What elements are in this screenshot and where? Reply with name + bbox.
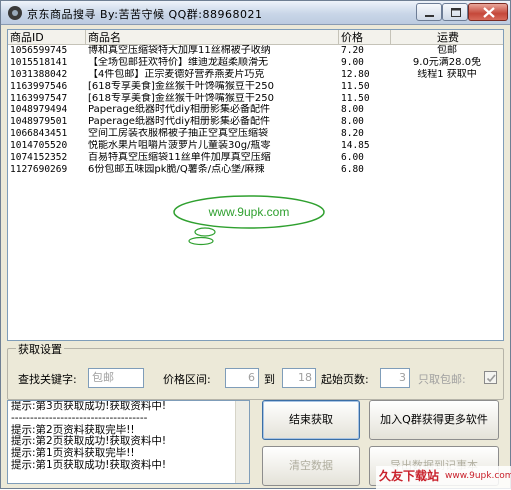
log-line: ------------------------------------ [11, 411, 148, 424]
price-to-label: 到 [264, 373, 275, 386]
table-row[interactable]: 1056599745 博和真空压缩袋特大加厚11丝棉被子收纳 7.20 包邮 [8, 45, 503, 57]
price-min-input[interactable]: 6 [225, 368, 259, 388]
settings-legend: 获取设置 [16, 341, 64, 357]
cell-name: 悦能水果片咀嚼片菠萝片儿童装30g/瓶零 [88, 140, 271, 152]
free-shipping-checkbox[interactable] [484, 371, 497, 384]
table-row[interactable]: 1048979494 Paperage纸器时代diy相册影集必备配件 8.00 [8, 104, 503, 116]
cell-name: 空间工房装衣服棉被子抽正空真空压缩袋 [88, 128, 268, 140]
table-row[interactable]: 1015518141 【全场包邮狂欢特价】维迪龙超柔顺滑无 9.00 9.0元满28.… [8, 57, 503, 69]
maximize-icon [451, 8, 461, 17]
table-row[interactable]: 1127690269 6份包邮五味园pk脆/Q薯条/点心堡/麻辣 6.80 [8, 164, 503, 176]
cell-price: 8.00 [341, 116, 364, 128]
cell-name: 6份包邮五味园pk脆/Q薯条/点心堡/麻辣 [88, 163, 265, 175]
log-lines: 提示:第3页获取成功!获取资料中! -----------------------… [8, 401, 249, 472]
cell-name: [618专享美食]金丝猴千叶馋嘴猴豆干250 [88, 80, 274, 92]
settings-group: 获取设置 查找关键字: 包邮 价格区间: 6 到 18 起始页数: 3 只取包邮… [7, 341, 504, 400]
clear-data-button[interactable]: 清空数据 [262, 446, 360, 486]
column-header-price[interactable]: 价格 [339, 30, 391, 45]
table-row[interactable]: 1163997546 [618专享美食]金丝猴千叶馋嘴猴豆干250 11.50 [8, 81, 503, 93]
table-header: 商品ID 商品名 价格 运费 [8, 30, 503, 45]
cell-id: 1015518141 [10, 56, 68, 68]
start-page-label: 起始页数: [321, 373, 369, 386]
keyword-input[interactable]: 包邮 [88, 368, 144, 388]
app-icon [8, 6, 22, 20]
minimize-icon [425, 15, 434, 17]
cell-shipping: 包邮 [437, 45, 457, 56]
table-row[interactable]: 1066843451 空间工房装衣服棉被子抽正空真空压缩袋 8.20 [8, 128, 503, 140]
minimize-button[interactable] [416, 3, 442, 21]
cell-id: 1014705520 [10, 140, 68, 152]
cell-name: 百易特真空压缩袋11丝单件加厚真空压缩 [88, 152, 271, 164]
cell-id: 1127690269 [10, 163, 68, 175]
cell-shipping: 9.0元满28.0免 [412, 56, 482, 68]
watermark-bubble: www.9upk.com [173, 195, 325, 246]
table-row[interactable]: 1031388042 【4件包邮】正宗麦德好营养燕麦片巧克 12.80 线程1 获取中 [8, 69, 503, 81]
cell-name: 博和真空压缩袋特大加厚11丝棉被子收纳 [88, 45, 271, 56]
cell-id: 1056599745 [10, 45, 68, 56]
cell-id: 1163997546 [10, 80, 68, 92]
maximize-button[interactable] [442, 3, 468, 21]
cell-name: 【4件包邮】正宗麦德好营养燕麦片巧克 [88, 68, 265, 80]
cell-name: 【全场包邮狂欢特价】维迪龙超柔顺滑无 [88, 56, 268, 68]
cell-price: 8.20 [341, 128, 364, 140]
app-window: 京东商品搜寻 By:苦苦守候 QQ群:88968021 商品ID 商品名 价格 … [0, 0, 511, 490]
join-qq-group-button[interactable]: 加入Q群获得更多软件 [369, 400, 499, 440]
column-header-shipping[interactable]: 运费 [391, 30, 503, 45]
watermark-bubble-text: www.9upk.com [208, 205, 290, 219]
watermark-site-name: 久友下载站 [379, 469, 440, 483]
cell-price: 8.00 [341, 104, 364, 116]
cell-price: 12.80 [341, 68, 370, 80]
cell-id: 1066843451 [10, 128, 68, 140]
table-row[interactable]: 1048979501 Paperage纸器时代diy相册影集必备配件 8.00 [8, 116, 503, 128]
column-header-name[interactable]: 商品名 [86, 30, 339, 45]
cell-price: 11.50 [341, 92, 370, 104]
cell-id: 1163997547 [10, 92, 68, 104]
cell-id: 1048979494 [10, 104, 68, 116]
free-shipping-label: 只取包邮: [418, 373, 466, 386]
cell-shipping: 线程1 获取中 [417, 68, 477, 80]
watermark-site-url: www.9upk.com [445, 471, 511, 481]
cell-price: 6.80 [341, 163, 364, 175]
cell-price: 7.20 [341, 45, 364, 56]
cell-id: 1048979501 [10, 116, 68, 128]
log-scrollbar[interactable] [235, 401, 249, 483]
cell-price: 6.00 [341, 152, 364, 164]
price-max-input[interactable]: 18 [282, 368, 316, 388]
product-table[interactable]: 商品ID 商品名 价格 运费 1056599745 博和真空压缩袋特大加厚11丝棉… [7, 29, 504, 341]
price-range-label: 价格区间: [163, 373, 211, 386]
cell-price: 11.50 [341, 80, 370, 92]
keyword-label: 查找关键字: [18, 373, 77, 386]
table-row[interactable]: 1014705520 悦能水果片咀嚼片菠萝片儿童装30g/瓶零 14.85 [8, 140, 503, 152]
cell-name: Paperage纸器时代diy相册影集必备配件 [88, 104, 270, 116]
cell-name: [618专享美食]金丝猴千叶馋嘴猴豆干250 [88, 92, 274, 104]
cell-price: 14.85 [341, 140, 370, 152]
table-body: 1056599745 博和真空压缩袋特大加厚11丝棉被子收纳 7.20 包邮 10155… [8, 45, 503, 176]
cell-price: 9.00 [341, 56, 364, 68]
close-button[interactable] [468, 3, 508, 21]
column-header-id[interactable]: 商品ID [8, 30, 86, 45]
cell-id: 1074152352 [10, 152, 68, 164]
table-row[interactable]: 1163997547 [618专享美食]金丝猴千叶馋嘴猴豆干250 11.50 [8, 93, 503, 105]
log-textarea[interactable]: 提示:第3页获取成功!获取资料中! -----------------------… [7, 400, 250, 484]
cell-id: 1031388042 [10, 68, 68, 80]
start-page-input[interactable]: 3 [380, 368, 410, 388]
title-bar[interactable]: 京东商品搜寻 By:苦苦守候 QQ群:88968021 [1, 1, 510, 25]
table-row[interactable]: 1074152352 百易特真空压缩袋11丝单件加厚真空压缩 6.00 [8, 152, 503, 164]
log-line: 提示:第1页获取成功!获取资料中! [11, 458, 167, 471]
close-icon [483, 7, 495, 18]
cell-name: Paperage纸器时代diy相册影集必备配件 [88, 116, 270, 128]
window-title: 京东商品搜寻 By:苦苦守候 QQ群:88968021 [27, 8, 263, 21]
checkmark-icon [486, 374, 496, 383]
stop-fetch-button[interactable]: 结束获取 [262, 400, 360, 440]
